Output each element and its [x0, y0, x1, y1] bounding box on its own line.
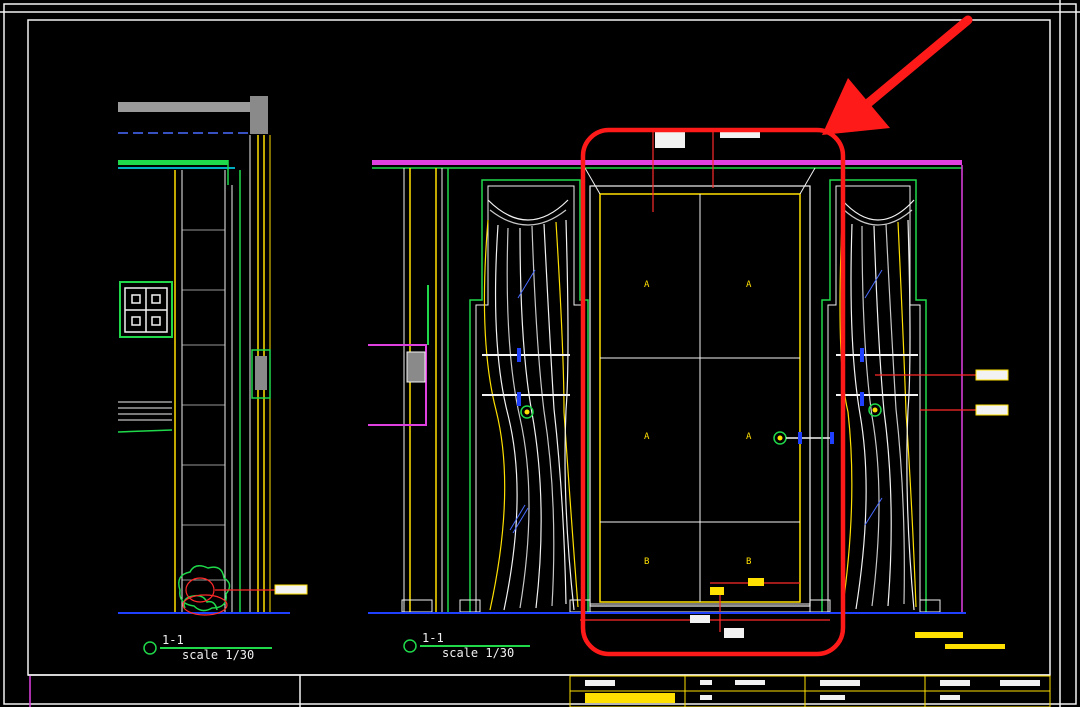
panel-mark: B [746, 557, 752, 567]
highlight-box [580, 127, 846, 657]
left-section-title: 1-1 [162, 633, 184, 647]
title-block [29, 675, 1051, 707]
left-section-view [117, 96, 308, 655]
cad-drawing [0, 0, 1080, 707]
panel-mark: B [644, 557, 650, 567]
panel-mark: A [746, 432, 752, 442]
elevation-title: 1-1 [422, 631, 444, 645]
panel-mark: A [644, 280, 650, 290]
left-section-scale: scale 1/30 [182, 648, 255, 662]
elevation-scale: scale 1/30 [442, 646, 515, 660]
panel-mark: A [746, 280, 752, 290]
panel-mark: A [644, 432, 650, 442]
red-arrow [822, 15, 973, 135]
elevation-view [368, 130, 1009, 653]
